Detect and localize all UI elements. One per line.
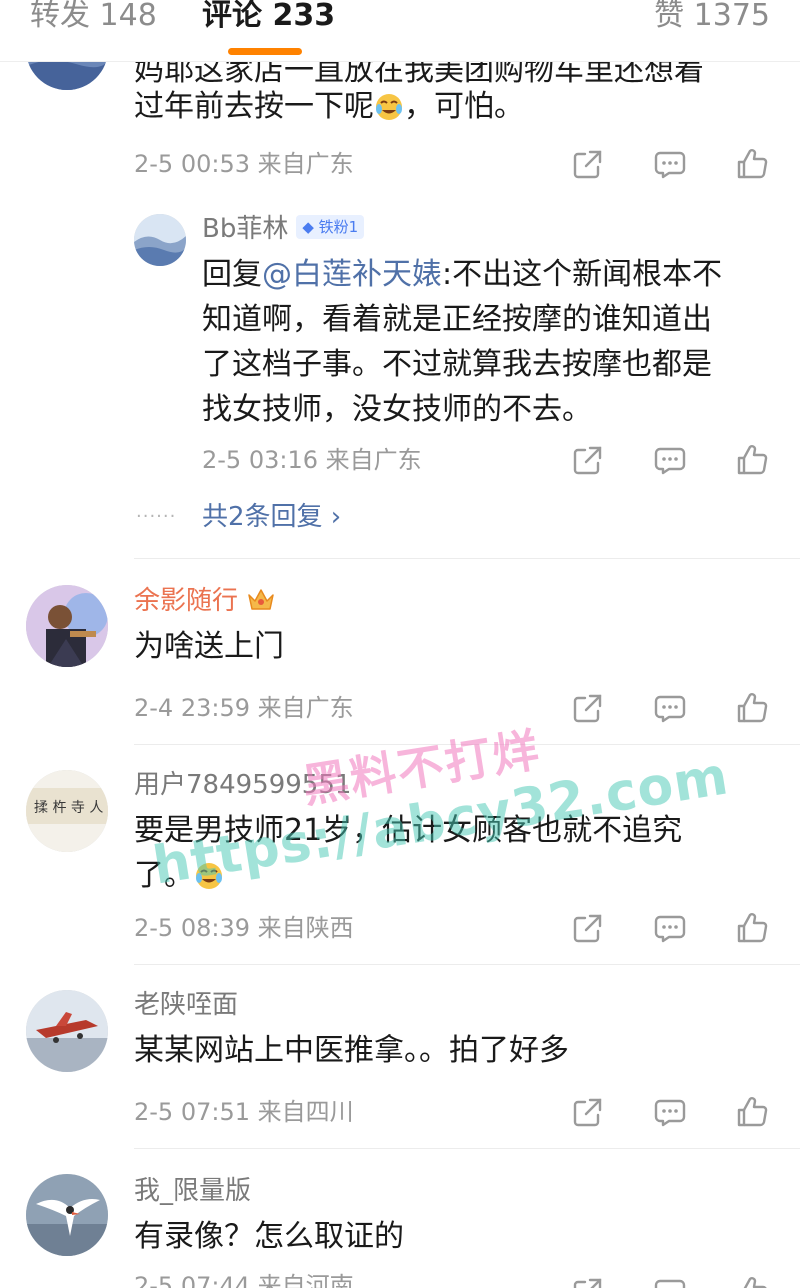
tab-likes[interactable]: 赞 1375 bbox=[654, 0, 770, 32]
share-icon[interactable] bbox=[570, 1274, 606, 1288]
comment-actions bbox=[570, 146, 784, 182]
reply-meta: 2-5 03:16 来自广东 bbox=[202, 446, 422, 474]
comment-text-line: 了。 bbox=[134, 858, 194, 893]
mention-link[interactable]: @白莲补天婊 bbox=[262, 257, 442, 292]
comment-icon[interactable] bbox=[652, 1094, 688, 1130]
comment-text: 过年前去按一下呢 ，可怕。 bbox=[134, 84, 774, 129]
comment-icon[interactable] bbox=[652, 442, 688, 478]
username-text[interactable]: Bb菲林 bbox=[202, 214, 288, 244]
reply-text: 找女技师，没女技师的不去。 bbox=[202, 392, 592, 427]
divider bbox=[134, 744, 800, 745]
comment-actions bbox=[570, 690, 784, 726]
comment-text-line: ，可怕。 bbox=[404, 89, 524, 124]
reply-text: 了这档子事。不过就算我去按摩也都是 bbox=[202, 347, 712, 382]
comment-text: 要是男技师21岁，估计女顾客也就不追究 bbox=[134, 813, 683, 848]
username[interactable]: 余影随行 bbox=[134, 584, 276, 618]
username-text[interactable]: 余影随行 bbox=[134, 586, 238, 616]
comment-tabs: 转发 148 评论 233 赞 1375 bbox=[0, 0, 800, 62]
fan-badge: ◆ 铁粉1 bbox=[296, 214, 365, 239]
like-icon[interactable] bbox=[734, 146, 770, 182]
avatar[interactable] bbox=[26, 585, 108, 667]
avatar[interactable] bbox=[26, 990, 108, 1072]
username[interactable]: 老陕咥面 bbox=[134, 988, 238, 1022]
tab-repost[interactable]: 转发 148 bbox=[30, 0, 157, 32]
share-icon[interactable] bbox=[570, 910, 606, 946]
share-icon[interactable] bbox=[570, 442, 606, 478]
like-icon[interactable] bbox=[734, 442, 770, 478]
avatar[interactable] bbox=[134, 214, 186, 266]
comment-actions bbox=[570, 1094, 784, 1130]
comment-text-line: 过年前去按一下呢 bbox=[134, 89, 374, 124]
comment-icon[interactable] bbox=[652, 146, 688, 182]
username[interactable]: 用户7849599551 bbox=[134, 768, 351, 802]
share-icon[interactable] bbox=[570, 1094, 606, 1130]
comment-text: 某某网站上中医推拿。。拍了好多 bbox=[134, 1033, 569, 1068]
active-tab-indicator bbox=[228, 48, 302, 55]
comment-icon[interactable] bbox=[652, 1274, 688, 1288]
more-replies-dots: ······ bbox=[136, 506, 177, 527]
reply-text: 知道啊，看着就是正经按摩的谁知道出 bbox=[202, 302, 712, 337]
like-icon[interactable] bbox=[734, 1094, 770, 1130]
like-icon[interactable] bbox=[734, 910, 770, 946]
like-icon[interactable] bbox=[734, 1274, 770, 1288]
comment-meta: 2-5 07:44 来自河南 bbox=[134, 1272, 354, 1288]
comment-actions bbox=[570, 1274, 784, 1288]
comment-meta: 2-4 23:59 来自广东 bbox=[134, 694, 354, 722]
comment-meta: 2-5 07:51 来自四川 bbox=[134, 1098, 354, 1126]
comment-meta: 2-5 00:53 来自广东 bbox=[134, 150, 354, 178]
reply-prefix: 回复 bbox=[202, 257, 262, 292]
comment-actions bbox=[570, 910, 784, 946]
username[interactable]: 我_限量版 bbox=[134, 1174, 251, 1208]
tab-comments[interactable]: 评论 233 bbox=[202, 0, 335, 32]
divider bbox=[134, 1148, 800, 1149]
divider bbox=[134, 964, 800, 965]
comment-icon[interactable] bbox=[652, 910, 688, 946]
fan-badge-label: 铁粉1 bbox=[318, 217, 359, 236]
view-more-replies-link[interactable]: 共2条回复 › bbox=[202, 500, 341, 534]
svg-text:揉 杵 寺 人: 揉 杵 寺 人 bbox=[34, 800, 103, 816]
crying-laughing-emoji bbox=[374, 90, 404, 120]
reply-text-line: :不出这个新闻根本不 bbox=[442, 257, 723, 292]
comment-text: 了。 bbox=[134, 853, 224, 898]
share-icon[interactable] bbox=[570, 146, 606, 182]
comment-text: 为啥送上门 bbox=[134, 629, 284, 664]
comment-icon[interactable] bbox=[652, 690, 688, 726]
username[interactable]: Bb菲林 ◆ 铁粉1 bbox=[202, 212, 365, 246]
comment-meta: 2-5 08:39 来自陕西 bbox=[134, 914, 354, 942]
divider bbox=[134, 558, 800, 559]
like-icon[interactable] bbox=[734, 690, 770, 726]
crying-laughing-emoji bbox=[194, 859, 224, 889]
avatar[interactable] bbox=[26, 1174, 108, 1256]
avatar[interactable]: 揉 杵 寺 人 bbox=[26, 770, 108, 852]
crown-icon bbox=[246, 585, 276, 613]
reply-actions bbox=[570, 442, 784, 478]
comment-text: 有录像？怎么取证的 bbox=[134, 1219, 404, 1254]
reply-text: 回复@白莲补天婊:不出这个新闻根本不 bbox=[202, 252, 782, 297]
share-icon[interactable] bbox=[570, 690, 606, 726]
